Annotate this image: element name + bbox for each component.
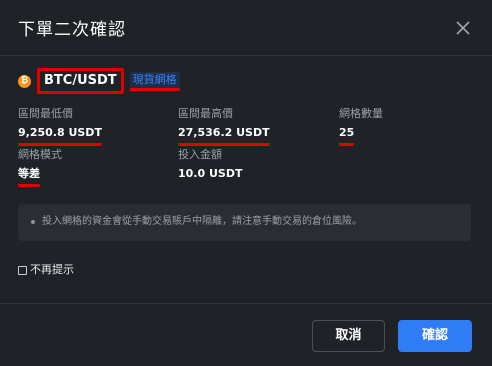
grid-mode-label: 網格模式	[18, 148, 62, 161]
dialog-title: 下單二次確認	[18, 20, 126, 40]
trading-pair-row: ₿ BTC/USDT 現貨網格	[18, 68, 180, 94]
risk-notice: 投入網格的資金會從手動交易賬戶中隔離，請注意手動交易的倉位風險。	[18, 204, 471, 241]
footer-divider	[0, 303, 492, 304]
dont-show-again-option[interactable]: 不再提示	[18, 263, 74, 277]
trading-pair-name: BTC/USDT	[37, 68, 124, 94]
cancel-button[interactable]: 取消	[312, 320, 385, 352]
spot-grid-tag: 現貨網格	[129, 71, 180, 91]
grid-mode-field: 網格模式 等差	[18, 148, 62, 187]
min-price-label: 區間最低價	[18, 107, 73, 120]
max-price-field: 區間最高價 27,536.2 USDT	[178, 107, 270, 146]
grid-count-field: 網格數量 25	[339, 107, 383, 146]
bullet-icon	[31, 220, 35, 224]
close-button[interactable]	[452, 17, 474, 39]
order-confirm-dialog: 下單二次確認 ₿ BTC/USDT 現貨網格 區間最低價 9,250.8 USD…	[0, 0, 492, 366]
min-price-value: 9,250.8 USDT	[18, 126, 102, 146]
risk-notice-text: 投入網格的資金會從手動交易賬戶中隔離，請注意手動交易的倉位風險。	[42, 216, 362, 227]
min-price-field: 區間最低價 9,250.8 USDT	[18, 107, 102, 146]
dialog-header: 下單二次確認	[0, 0, 492, 56]
close-icon	[456, 21, 470, 35]
max-price-value: 27,536.2 USDT	[178, 126, 270, 146]
max-price-label: 區間最高價	[178, 107, 233, 120]
dont-show-again-checkbox[interactable]	[18, 265, 27, 275]
bitcoin-icon: ₿	[18, 74, 31, 88]
investment-value: 10.0 USDT	[178, 167, 243, 180]
grid-mode-value: 等差	[18, 167, 40, 187]
investment-label: 投入金額	[178, 148, 222, 161]
grid-count-value: 25	[339, 126, 355, 146]
dont-show-again-label: 不再提示	[30, 263, 74, 276]
confirm-button[interactable]: 確認	[398, 320, 472, 352]
investment-field: 投入金額 10.0 USDT	[178, 148, 242, 184]
grid-count-label: 網格數量	[339, 107, 383, 120]
